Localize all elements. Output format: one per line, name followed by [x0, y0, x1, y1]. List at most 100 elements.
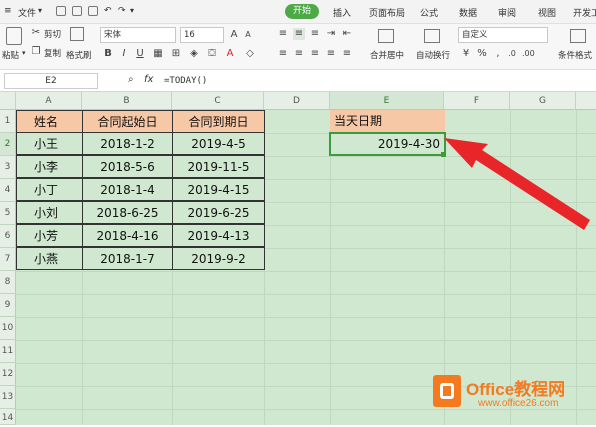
redo-icon[interactable]: ↷ [118, 6, 126, 16]
borders-icon[interactable]: ▦ [152, 48, 164, 60]
format-painter-icon[interactable] [70, 27, 84, 41]
row-header[interactable]: 14 [0, 409, 16, 425]
row-header[interactable]: 12 [0, 363, 16, 386]
table-cell[interactable]: 2019-4-5 [172, 132, 265, 155]
fx-icon[interactable]: fx [144, 74, 153, 85]
row-header[interactable]: 10 [0, 317, 16, 340]
percent-icon[interactable]: % [476, 48, 488, 60]
row-header[interactable]: 13 [0, 386, 16, 409]
row-header[interactable]: 3 [0, 156, 16, 179]
clear-format-icon[interactable]: ◇ [244, 48, 256, 60]
fill-color-icon[interactable]: ◈ [188, 48, 200, 60]
align-center-icon[interactable]: ≡ [293, 48, 305, 60]
align-bottom-icon[interactable]: ≡ [309, 28, 321, 40]
table-cell[interactable]: 2018-4-16 [82, 224, 173, 247]
name-box[interactable]: E2 [4, 73, 98, 89]
row-header[interactable]: 4 [0, 179, 16, 202]
font-size-select[interactable]: 16 [180, 27, 224, 43]
distribute-icon[interactable]: ≡ [341, 48, 353, 60]
row-header[interactable]: 11 [0, 340, 16, 363]
table-cell[interactable]: 小刘 [16, 201, 83, 224]
decrease-decimal-icon[interactable]: .00 [522, 48, 535, 60]
row-header[interactable]: 2 [0, 133, 16, 156]
undo-icon[interactable]: ↶ [104, 6, 112, 16]
wrap-text-icon[interactable] [424, 29, 440, 43]
align-top-icon[interactable]: ≡ [277, 28, 289, 40]
paste-dropdown-icon[interactable]: ▾ [22, 49, 26, 57]
header-cell-start-date[interactable]: 合同起始日 [82, 110, 173, 133]
currency-icon[interactable]: ¥ [460, 48, 472, 60]
column-header-a[interactable]: A [16, 92, 82, 110]
row-header[interactable]: 8 [0, 271, 16, 294]
table-cell[interactable]: 小丁 [16, 178, 83, 201]
print-preview-icon[interactable] [88, 6, 98, 16]
table-cell[interactable]: 小燕 [16, 247, 83, 270]
align-left-icon[interactable]: ≡ [277, 48, 289, 60]
row-header[interactable]: 7 [0, 248, 16, 271]
paste-button[interactable]: 粘贴 [2, 49, 19, 61]
font-name-select[interactable]: 宋体 [100, 27, 176, 43]
cut-button[interactable]: 剪切 [44, 28, 61, 40]
table-cell[interactable]: 2019-6-25 [172, 201, 265, 224]
wrap-text-button[interactable]: 自动换行 [416, 49, 450, 61]
tab-view[interactable]: 视图 [538, 6, 556, 19]
save-icon[interactable] [56, 6, 66, 16]
table-cell[interactable]: 小李 [16, 155, 83, 178]
zoom-search-icon[interactable]: ⌕ [128, 74, 134, 85]
conditional-format-button[interactable]: 条件格式 [558, 49, 592, 61]
font-color-icon[interactable]: A [224, 48, 236, 60]
menu-icon[interactable]: ≡ [4, 6, 12, 16]
spreadsheet-grid[interactable]: A B C D E F G 1 2 3 4 5 6 7 8 9 10 11 12… [0, 92, 596, 425]
wrap-icon[interactable]: ⇥ [325, 28, 337, 40]
table-cell[interactable]: 2019-4-13 [172, 224, 265, 247]
tab-home[interactable]: 开始 [285, 4, 319, 19]
table-cell[interactable]: 2018-1-4 [82, 178, 173, 201]
formula-input[interactable]: =TODAY() [164, 73, 592, 89]
select-all-corner[interactable] [0, 92, 16, 110]
table-cell[interactable]: 2018-6-25 [82, 201, 173, 224]
copy-button[interactable]: 复制 [44, 47, 61, 59]
table-cell[interactable]: 2019-11-5 [172, 155, 265, 178]
underline-icon[interactable]: U [134, 48, 146, 60]
tab-page-layout[interactable]: 页面布局 [369, 6, 405, 19]
menu-file[interactable]: 文件 [18, 6, 36, 19]
align-middle-icon[interactable]: ≡ [293, 28, 305, 40]
today-header-cell[interactable]: 当天日期 [330, 110, 445, 133]
increase-decimal-icon[interactable]: .0 [506, 48, 518, 60]
row-header[interactable]: 5 [0, 202, 16, 225]
number-format-select[interactable]: 自定义 [458, 27, 548, 43]
merge-border-icon[interactable]: ⊞ [170, 48, 182, 60]
table-cell[interactable]: 2018-1-2 [82, 132, 173, 155]
column-header-g[interactable]: G [510, 92, 576, 110]
table-cell[interactable]: 2018-1-7 [82, 247, 173, 270]
merge-center-button[interactable]: 合并居中 [370, 49, 404, 61]
merge-center-icon[interactable] [378, 29, 394, 43]
decrease-font-icon[interactable]: A [242, 29, 254, 41]
indent-icon[interactable]: ⇤ [341, 28, 353, 40]
thousands-icon[interactable]: , [492, 48, 504, 60]
bold-icon[interactable]: B [102, 48, 114, 60]
row-header[interactable]: 1 [0, 110, 16, 133]
today-value-cell[interactable]: 2019-4-30 [329, 132, 446, 156]
row-header[interactable]: 6 [0, 225, 16, 248]
scissors-icon[interactable]: ✂ [30, 27, 42, 39]
table-cell[interactable]: 小芳 [16, 224, 83, 247]
tab-data[interactable]: 数据 [459, 6, 477, 19]
conditional-format-icon[interactable] [570, 29, 586, 43]
fill-bucket-icon[interactable]: ⛋ [206, 48, 218, 60]
table-cell[interactable]: 2019-4-15 [172, 178, 265, 201]
table-cell[interactable]: 小王 [16, 132, 83, 155]
column-header-d[interactable]: D [264, 92, 330, 110]
table-cell[interactable]: 2018-5-6 [82, 155, 173, 178]
column-header-c[interactable]: C [172, 92, 264, 110]
italic-icon[interactable]: I [118, 48, 130, 60]
file-dropdown-icon[interactable]: ▾ [38, 6, 42, 15]
tab-review[interactable]: 审阅 [498, 6, 516, 19]
header-cell-end-date[interactable]: 合同到期日 [172, 110, 265, 133]
column-header-f[interactable]: F [444, 92, 510, 110]
row-header[interactable]: 9 [0, 294, 16, 317]
table-cell[interactable]: 2019-9-2 [172, 247, 265, 270]
column-header-e[interactable]: E [330, 92, 444, 110]
align-right-icon[interactable]: ≡ [309, 48, 321, 60]
format-painter-button[interactable]: 格式刷 [66, 49, 92, 61]
